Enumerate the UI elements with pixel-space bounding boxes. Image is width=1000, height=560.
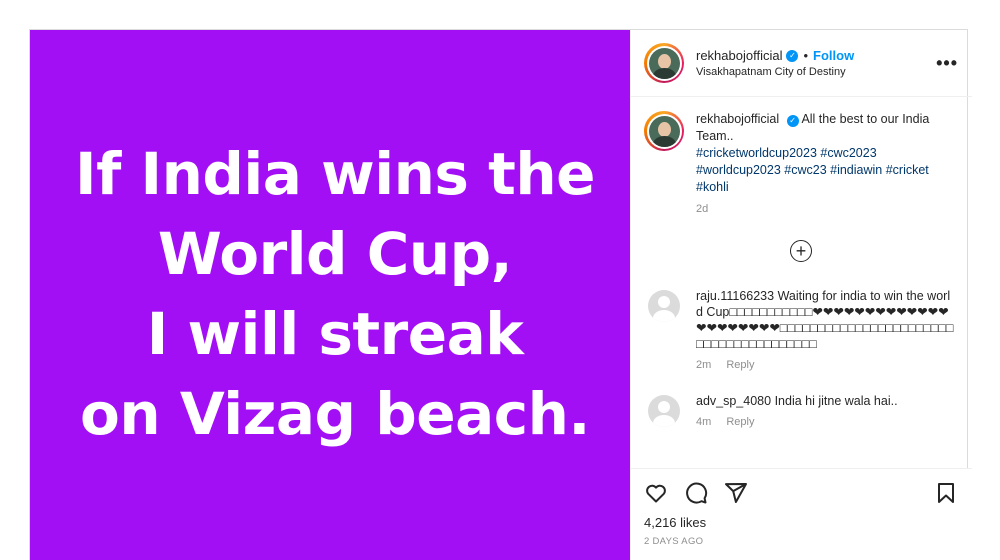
verified-icon: ✓ bbox=[786, 49, 799, 62]
caption-avatar[interactable] bbox=[644, 111, 684, 151]
author-username[interactable]: rekhabojofficial bbox=[696, 48, 782, 63]
post-card: If India wins the World Cup, I will stre… bbox=[29, 29, 972, 560]
caption-time: 2d bbox=[696, 203, 709, 215]
commenter-avatar[interactable] bbox=[648, 395, 680, 427]
post-sidebar: rekhabojofficial ✓ • Follow Visakhapatna… bbox=[630, 30, 972, 560]
comment-username[interactable]: raju.11166233 bbox=[696, 289, 774, 303]
comment-item: raju.11166233 Waiting for india to win t… bbox=[644, 288, 958, 373]
reply-button[interactable]: Reply bbox=[726, 359, 754, 371]
caption-hashtags[interactable]: #cricketworldcup2023 #cwc2023 #worldcup2… bbox=[696, 145, 958, 196]
verified-icon: ✓ bbox=[786, 114, 799, 127]
post-date: 2 DAYS AGO bbox=[644, 536, 704, 547]
reply-button[interactable]: Reply bbox=[726, 416, 754, 428]
likes-count[interactable]: 4,216 likes bbox=[644, 515, 958, 530]
actions-bar: 4,216 likes 2 DAYS AGO bbox=[631, 468, 972, 560]
comment-time: 4m bbox=[696, 416, 712, 428]
bookmark-icon[interactable] bbox=[934, 481, 958, 505]
post-image-text: If India wins the World Cup, I will stre… bbox=[75, 140, 595, 448]
post-image[interactable]: If India wins the World Cup, I will stre… bbox=[30, 30, 630, 560]
more-options-button[interactable]: ••• bbox=[936, 53, 958, 74]
comment-time: 2m bbox=[696, 359, 712, 371]
comment-icon[interactable] bbox=[684, 481, 708, 505]
comments-section: rekhabojofficial ✓ All the best to our I… bbox=[631, 97, 972, 468]
comment-item: adv_sp_4080 India hi jitne wala hai.. 4m… bbox=[644, 393, 958, 430]
caption: rekhabojofficial ✓ All the best to our I… bbox=[644, 111, 958, 218]
comment-text: India hi jitne wala hai.. bbox=[774, 394, 898, 408]
load-more-comments[interactable]: + bbox=[644, 240, 958, 262]
author-avatar[interactable] bbox=[644, 43, 684, 83]
heart-icon[interactable] bbox=[644, 481, 668, 505]
post-location[interactable]: Visakhapatnam City of Destiny bbox=[696, 66, 936, 78]
post-header: rekhabojofficial ✓ • Follow Visakhapatna… bbox=[631, 30, 972, 97]
commenter-avatar[interactable] bbox=[648, 290, 680, 322]
header-separator: • bbox=[803, 48, 809, 63]
caption-body: rekhabojofficial ✓ All the best to our I… bbox=[696, 111, 958, 218]
author-info: rekhabojofficial ✓ • Follow Visakhapatna… bbox=[696, 48, 936, 78]
share-icon[interactable] bbox=[724, 481, 748, 505]
follow-button[interactable]: Follow bbox=[813, 48, 854, 63]
caption-username[interactable]: rekhabojofficial bbox=[696, 112, 779, 126]
add-circle-icon[interactable]: + bbox=[790, 240, 812, 262]
comment-username[interactable]: adv_sp_4080 bbox=[696, 394, 771, 408]
